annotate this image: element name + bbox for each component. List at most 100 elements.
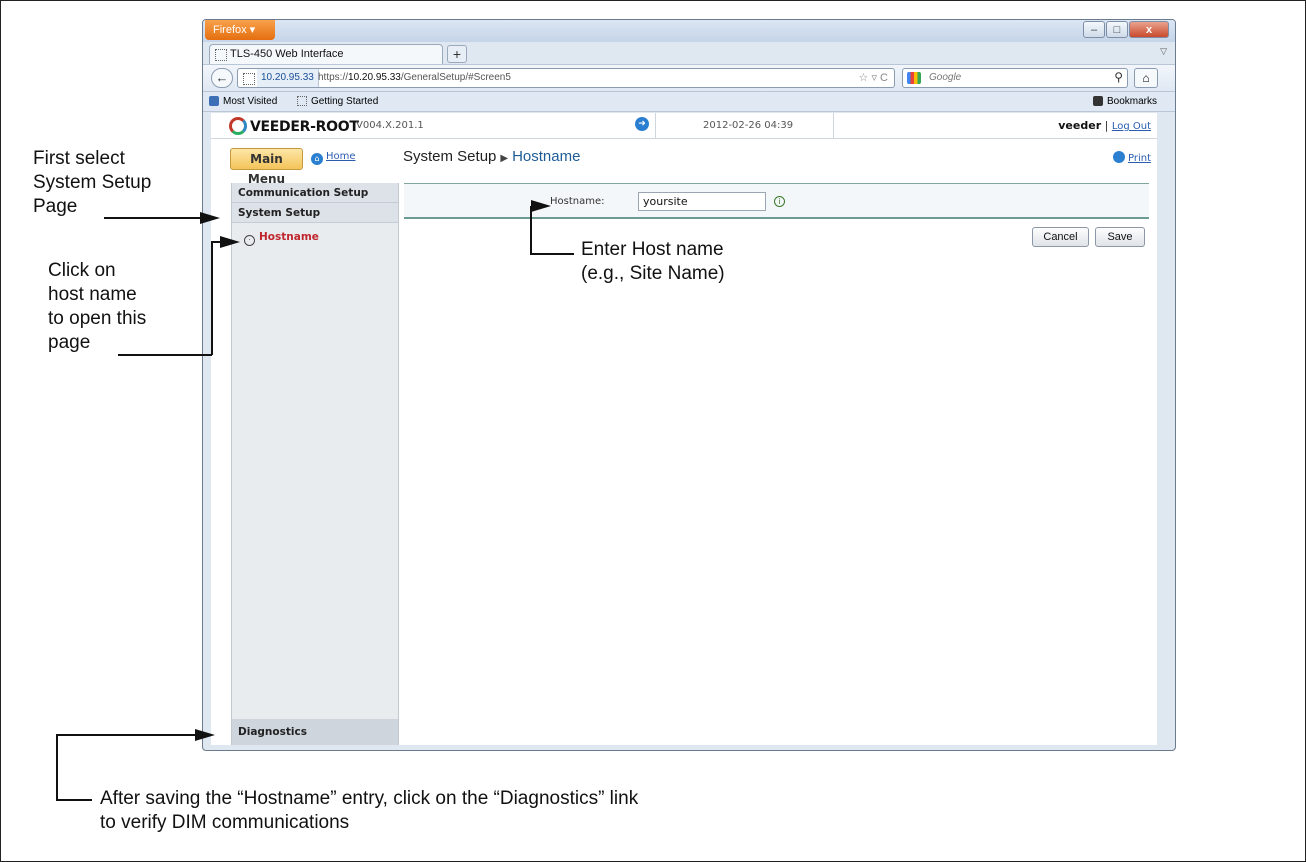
new-tab-button[interactable]: +: [447, 45, 467, 63]
header-divider: [655, 113, 656, 138]
bookmarks-icon: [1093, 96, 1103, 106]
bookmark-most-visited[interactable]: Most Visited: [209, 92, 277, 111]
annotation-line: (e.g., Site Name): [581, 263, 725, 284]
page-right-gutter: [1157, 113, 1175, 745]
info-icon[interactable]: i: [774, 196, 785, 207]
title-bar: Firefox ▾ – □ x: [203, 20, 1175, 42]
leader-line: [56, 799, 92, 801]
sidebar-item-communication-setup[interactable]: Communication Setup: [232, 183, 398, 203]
logout-link[interactable]: Log Out: [1112, 121, 1151, 132]
page-favicon-icon: [215, 49, 227, 61]
annotation-after-saving: After saving the “Hostname” entry, click…: [100, 787, 638, 835]
search-placeholder: Google: [929, 72, 962, 83]
getting-started-icon: [297, 96, 307, 106]
app-header: VEEDER-ROOT V004.X.201.1 ➜ 2012-02-26 04…: [211, 113, 1157, 139]
sidebar: Communication Setup System Setup · Hostna…: [231, 183, 399, 745]
sub-header: Main Menu ⌂ Home System Setup ▶ Hostname Pr…: [211, 139, 1157, 186]
bookmarks-menu[interactable]: Bookmarks: [1093, 92, 1157, 111]
sidebar-subitem-hostname-label: Hostname: [259, 231, 319, 243]
url-text: https://10.20.95.33/GeneralSetup/#Screen…: [318, 69, 511, 87]
main-menu-button[interactable]: Main Menu: [230, 148, 303, 186]
print-link-label: Print: [1127, 153, 1151, 164]
minimize-button[interactable]: –: [1083, 21, 1105, 38]
print-link[interactable]: Print: [1112, 151, 1151, 164]
annotation-click-host: Click on host name to open this page: [48, 259, 146, 355]
most-visited-icon: [209, 96, 219, 106]
home-icon[interactable]: ⌂: [1134, 68, 1158, 88]
annotation-line: host name: [48, 284, 137, 305]
annotation-line: page: [48, 332, 91, 353]
arrowhead-icon: [531, 200, 551, 212]
annotation-line: to open this: [48, 308, 147, 329]
home-link-label: Home: [326, 151, 356, 162]
go-arrow-icon[interactable]: ➜: [635, 117, 649, 131]
browser-window: Firefox ▾ – □ x TLS-450 Web Interface + …: [202, 19, 1176, 751]
sidebar-item-diagnostics[interactable]: Diagnostics: [232, 719, 398, 745]
maximize-button[interactable]: □: [1106, 21, 1128, 38]
url-host: 10.20.95.33: [348, 72, 401, 83]
tab-title: TLS-450 Web Interface: [230, 48, 344, 60]
address-bar[interactable]: 10.20.95.33 https://10.20.95.33/GeneralS…: [237, 68, 895, 88]
hostname-form-panel: Hostname: yoursite i: [404, 183, 1149, 219]
arrowhead-icon: [220, 236, 240, 248]
navigation-toolbar: ← 10.20.95.33 https://10.20.95.33/Genera…: [203, 64, 1175, 92]
annotation-line: After saving the “Hostname” entry, click…: [100, 788, 639, 809]
breadcrumb-arrow-icon: ▶: [500, 153, 509, 164]
url-path: /GeneralSetup/#Screen5: [400, 72, 511, 83]
site-identity[interactable]: 10.20.95.33: [257, 69, 319, 87]
close-window-button[interactable]: x: [1129, 21, 1169, 38]
annotation-line: Enter Host name: [581, 239, 724, 260]
url-tools[interactable]: ☆ ▿ C: [859, 69, 888, 87]
tab-strip: TLS-450 Web Interface + ▽: [203, 42, 1175, 64]
annotation-line: to verify DIM communications: [100, 812, 350, 833]
annotation-line: Page: [33, 196, 78, 217]
firefox-menu-button[interactable]: Firefox ▾: [205, 20, 275, 40]
bookmarks-menu-label: Bookmarks: [1107, 96, 1158, 107]
annotation-line: First select: [33, 148, 125, 169]
url-favicon-icon: [243, 73, 255, 85]
version-label: V004.X.201.1: [356, 120, 424, 131]
veeder-root-logo: VEEDER-ROOT: [229, 117, 359, 135]
leader-line: [211, 241, 213, 355]
header-divider: [833, 113, 834, 138]
save-button[interactable]: Save: [1095, 227, 1145, 247]
leader-line: [118, 354, 212, 356]
annotation-first-select: First select System Setup Page: [33, 147, 151, 219]
google-icon[interactable]: [907, 72, 921, 84]
sidebar-item-system-setup[interactable]: System Setup: [232, 203, 398, 223]
breadcrumb: System Setup ▶ Hostname: [403, 148, 580, 165]
back-button[interactable]: ←: [211, 68, 233, 88]
search-icon[interactable]: ⚲: [1114, 70, 1123, 84]
search-bar[interactable]: Google ⚲: [902, 68, 1128, 88]
leader-line: [56, 734, 58, 800]
arrowhead-icon: [195, 729, 215, 741]
home-link[interactable]: ⌂ Home: [311, 151, 356, 165]
annotation-enter-host: Enter Host name (e.g., Site Name): [581, 238, 725, 286]
leader-line: [530, 206, 532, 254]
leader-line: [530, 253, 574, 255]
home-icon: ⌂: [311, 153, 323, 165]
hostname-input[interactable]: yoursite: [638, 192, 766, 211]
clock-icon: ·: [244, 235, 255, 246]
user-info: veeder | Log Out: [1058, 119, 1151, 132]
bookmark-getting-started-label: Getting Started: [311, 96, 379, 107]
arrowhead-icon: [200, 212, 220, 224]
tab-tls450[interactable]: TLS-450 Web Interface: [209, 44, 443, 64]
web-page: VEEDER-ROOT V004.X.201.1 ➜ 2012-02-26 04…: [211, 113, 1157, 745]
content-area: Hostname: yoursite i Cancel Save: [404, 183, 1149, 745]
breadcrumb-parent: System Setup: [403, 148, 497, 165]
bookmarks-toolbar: Most Visited Getting Started Bookmarks: [203, 92, 1175, 112]
bookmark-getting-started[interactable]: Getting Started: [297, 92, 378, 111]
annotation-line: System Setup: [33, 172, 152, 193]
logo-text: VEEDER-ROOT: [250, 119, 359, 135]
print-icon: [1112, 151, 1125, 163]
tab-list-chevron-icon[interactable]: ▽: [1160, 46, 1167, 57]
datetime-label: 2012-02-26 04:39: [703, 120, 794, 131]
breadcrumb-current: Hostname: [512, 148, 581, 165]
leader-line: [104, 217, 200, 219]
username: veeder: [1058, 119, 1102, 132]
sidebar-subitem-hostname[interactable]: · Hostname: [244, 229, 319, 246]
url-prefix: https://: [318, 72, 349, 83]
leader-line: [56, 734, 196, 736]
cancel-button[interactable]: Cancel: [1032, 227, 1089, 247]
